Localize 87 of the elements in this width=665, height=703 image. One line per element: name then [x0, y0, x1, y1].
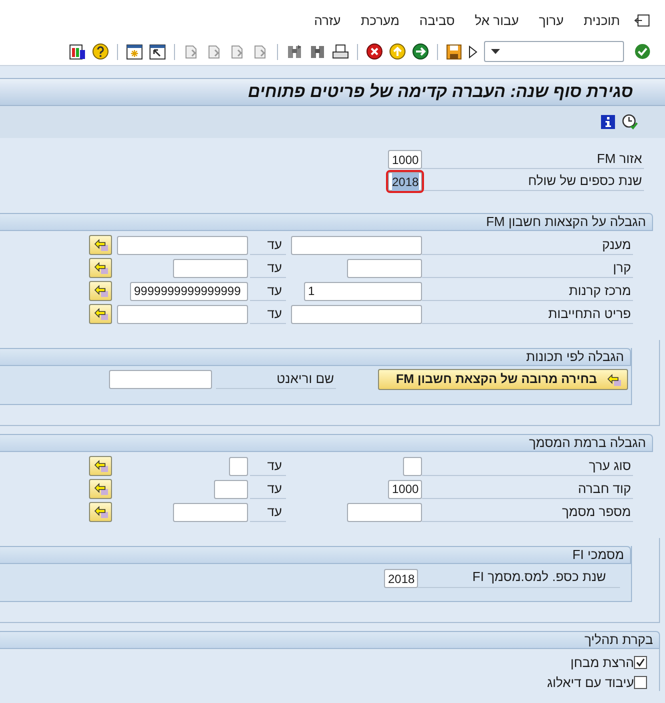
input-field[interactable] — [117, 236, 248, 254]
multiple-selection-button[interactable] — [89, 235, 112, 255]
dropdown-caret-icon[interactable] — [491, 49, 500, 54]
multiple-selection-button[interactable] — [89, 281, 112, 301]
arrow-icon — [94, 483, 108, 495]
arrow-icon — [607, 374, 621, 386]
section-title: בקרת תהליך — [584, 631, 653, 650]
input-field[interactable]: 9999999999999999 — [130, 282, 248, 300]
field-label: עד — [267, 236, 282, 254]
checkmark-icon — [636, 658, 645, 667]
menu-item[interactable]: סביבה — [419, 10, 455, 30]
up-icon[interactable] — [389, 43, 406, 60]
arrow-icon — [94, 239, 108, 251]
binoculars-icon[interactable] — [309, 44, 326, 60]
checkbox-option[interactable]: עיבוד עם דיאלוג — [0, 674, 647, 691]
multiple-selection-button[interactable] — [89, 258, 112, 278]
save-icon[interactable] — [446, 44, 462, 60]
input-field[interactable] — [347, 502, 422, 522]
clock-icon[interactable] — [622, 114, 638, 130]
command-field[interactable] — [484, 41, 624, 62]
field-label: מספר מסמך — [562, 502, 631, 521]
printer-icon[interactable] — [332, 44, 349, 60]
field-label: אזור FM — [596, 150, 642, 168]
menu-item[interactable]: תוכנית — [584, 10, 620, 30]
info-icon[interactable] — [600, 114, 616, 130]
field-label: עד — [267, 282, 282, 300]
field-label: פריט התחייבות — [548, 304, 631, 323]
multiple-selection-button[interactable] — [89, 304, 112, 324]
arrow-icon — [94, 506, 108, 518]
input-field[interactable] — [117, 304, 248, 324]
field-label: שנת כספ. למס.מסמך FI — [472, 568, 606, 586]
field-label: קרן — [613, 258, 631, 277]
field-label: סוג ערך — [588, 456, 631, 475]
back-icon[interactable] — [412, 43, 429, 60]
window-icon[interactable] — [149, 44, 166, 60]
input-field[interactable]: 1000 — [388, 480, 422, 498]
multiple-selection-button[interactable] — [89, 479, 112, 499]
input-field[interactable] — [291, 304, 422, 324]
window-icon[interactable] — [126, 44, 143, 60]
section-title: הגבלה ברמת המסמך — [528, 434, 646, 452]
binoculars-icon[interactable] — [286, 44, 303, 60]
input-field[interactable] — [173, 258, 248, 278]
input-field[interactable]: 2018 — [388, 172, 422, 191]
menu-item[interactable]: עזרה — [314, 10, 341, 30]
section-title: הגבלה על הקצאות חשבון FM — [486, 213, 646, 232]
arrow-icon — [94, 308, 108, 320]
help-icon[interactable] — [92, 43, 109, 60]
input-field[interactable]: 1 — [304, 282, 422, 300]
field-label: עד — [267, 502, 282, 521]
arrow-icon — [94, 262, 108, 274]
field-label: עד — [267, 456, 282, 475]
section-title: מסמכי FI — [572, 546, 624, 564]
layout-icon[interactable] — [69, 44, 86, 60]
checkbox[interactable] — [634, 656, 647, 669]
play-icon[interactable] — [468, 44, 478, 58]
input-field[interactable] — [109, 370, 212, 389]
multiple-selection-button[interactable] — [89, 456, 112, 476]
input-field[interactable] — [403, 456, 422, 476]
field-label: מרכז קרנות — [568, 282, 631, 300]
input-field[interactable] — [347, 258, 422, 278]
menu-item[interactable]: מערכת — [360, 10, 400, 30]
field-label: שנת כספים של שולח — [528, 172, 642, 190]
input-field[interactable] — [291, 236, 422, 254]
input-field[interactable]: 2018 — [384, 569, 418, 588]
field-label: שם וריאנט — [276, 370, 334, 388]
input-field[interactable] — [173, 502, 248, 522]
field-label: עד — [267, 258, 282, 277]
multiple-selection-button[interactable]: בחירה מרובה של הקצאת חשבון FM — [378, 369, 628, 390]
input-field[interactable]: 1000 — [388, 150, 422, 169]
arrow-icon — [94, 285, 108, 297]
check-icon[interactable] — [634, 43, 651, 60]
exit-icon[interactable] — [634, 14, 650, 28]
section-title: הגבלה לפי תכונות — [526, 348, 624, 366]
menu-item[interactable]: ערוך — [538, 10, 564, 30]
menu-item[interactable]: עבור אל — [474, 10, 519, 30]
multiple-selection-button[interactable] — [89, 502, 112, 522]
cancel-icon[interactable] — [366, 43, 383, 60]
input-field[interactable] — [214, 480, 248, 498]
arrow-icon — [94, 460, 108, 472]
field-label: עד — [267, 304, 282, 323]
field-label: עד — [267, 480, 282, 498]
screen-title: סגירת סוף שנה: העברה קדימה של פריטים פתוחים — [248, 81, 633, 104]
checkbox[interactable] — [634, 676, 647, 689]
field-label: קוד חברה — [578, 480, 631, 498]
input-field[interactable] — [229, 456, 248, 476]
field-label: מענק — [602, 236, 631, 254]
checkbox-option[interactable]: הרצת מבחן — [0, 654, 647, 671]
